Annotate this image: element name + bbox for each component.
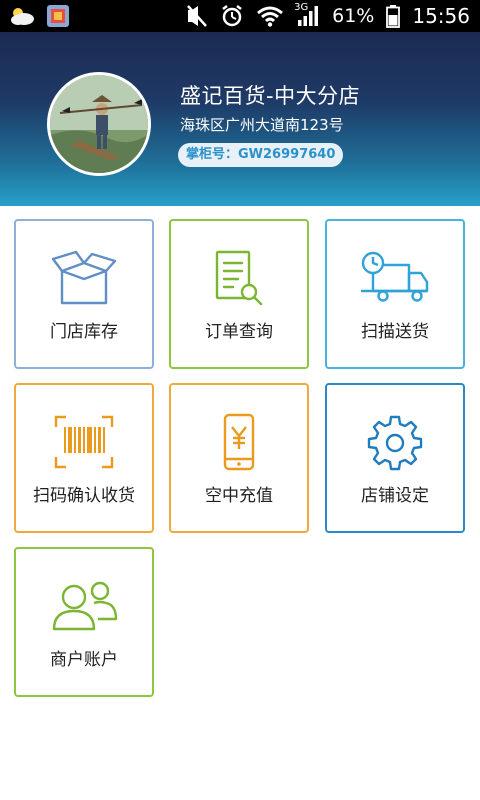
users-icon (48, 577, 120, 637)
tile-label: 订单查询 (205, 322, 273, 342)
weather-icon (8, 4, 36, 28)
alarm-icon (220, 4, 244, 28)
battery-percent: 61% (332, 5, 375, 27)
status-bar: 3G 61% 15:56 (0, 0, 480, 32)
tile-merchant-account[interactable]: 商户账户 (14, 547, 154, 697)
tile-scan-delivery[interactable]: 扫描送货 (325, 219, 465, 369)
cashier-id-badge: 掌柜号：GW26997640 (178, 143, 344, 167)
tile-label: 商户账户 (50, 650, 118, 670)
tile-scan-confirm-receipt[interactable]: 扫码确认收货 (14, 383, 154, 533)
app-icon (46, 4, 70, 28)
battery-icon (386, 4, 401, 28)
store-name: 盛记百货-中大分店 (180, 84, 361, 108)
tile-air-recharge[interactable]: 空中充值 (169, 383, 309, 533)
store-avatar[interactable] (47, 72, 151, 176)
tile-store-inventory[interactable]: 门店库存 (14, 219, 154, 369)
gear-icon (365, 413, 425, 473)
tile-store-settings[interactable]: 店铺设定 (325, 383, 465, 533)
tile-label: 门店库存 (50, 322, 118, 342)
tile-label: 店铺设定 (361, 486, 429, 506)
order-search-icon (209, 249, 269, 309)
tile-label: 扫码确认收货 (33, 486, 135, 506)
store-address: 海珠区广州大道南123号 (180, 116, 344, 134)
tile-label: 空中充值 (205, 486, 273, 506)
tile-order-query[interactable]: 订单查询 (169, 219, 309, 369)
phone-recharge-icon (219, 413, 259, 473)
network-type: 3G (294, 2, 309, 13)
tile-label: 扫描送货 (361, 322, 429, 342)
mute-icon (186, 4, 208, 28)
store-header: 盛记百货-中大分店 海珠区广州大道南123号 掌柜号：GW26997640 (0, 32, 480, 206)
wifi-icon (256, 5, 284, 27)
delivery-truck-icon (359, 249, 431, 309)
barcode-scan-icon (52, 413, 116, 473)
clock: 15:56 (412, 4, 470, 28)
box-icon (50, 249, 118, 309)
